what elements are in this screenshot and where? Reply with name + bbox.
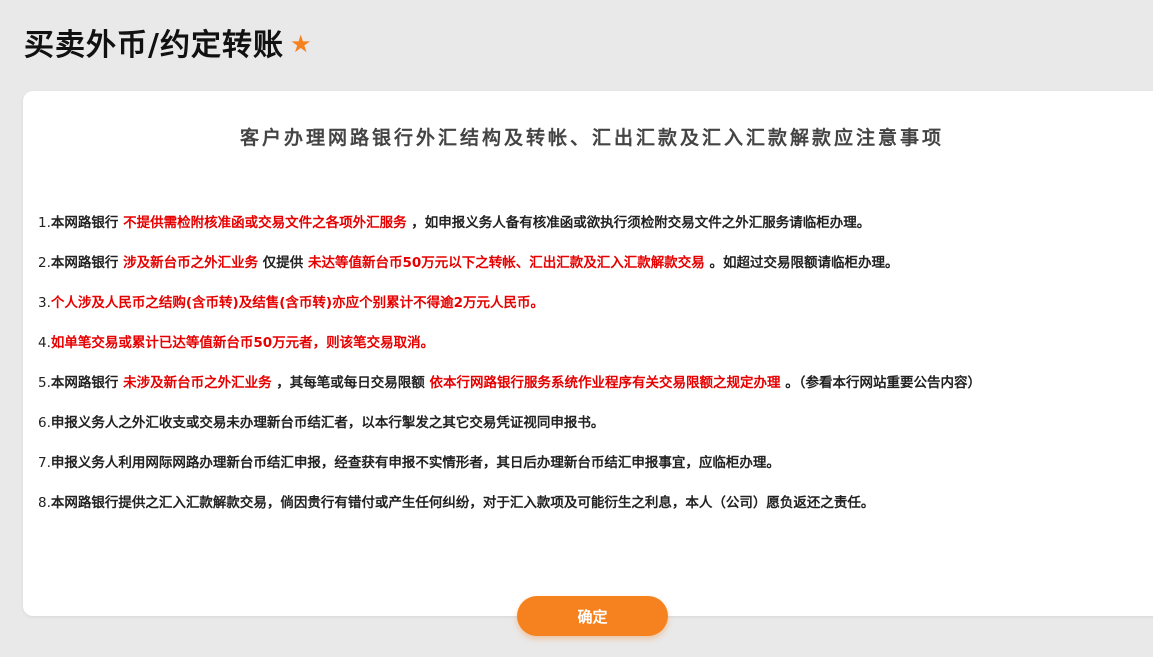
notice-text: 。如超过交易限额请临柜办理。	[704, 255, 899, 271]
notice-text: 申报义务人利用网际网路办理新台币结汇申报，经查获有申报不实情形者，其日后办理新台…	[50, 455, 780, 471]
notice-highlight: 未涉及新台币之外汇业务	[123, 375, 272, 391]
notice-highlight: 个人涉及人民币之结购(含币转)及结售(含币转)亦应个别累计不得逾2万元人民币。	[50, 295, 544, 311]
notice-text: 仅提供	[258, 255, 308, 271]
notice-item-7: 7.申报义务人利用网际网路办理新台币结汇申报，经查获有申报不实情形者，其日后办理…	[38, 449, 1138, 489]
notice-text: 申报义务人之外汇收支或交易未办理新台币结汇者，以本行掣发之其它交易凭证视同申报书…	[50, 415, 605, 431]
notice-item-number: 3.	[38, 295, 51, 311]
notice-text: 。（参看本行网站重要公告内容）	[780, 375, 981, 391]
page-title: 买卖外币/约定转账	[24, 28, 284, 63]
notice-item-6: 6.申报义务人之外汇收支或交易未办理新台币结汇者，以本行掣发之其它交易凭证视同申…	[38, 409, 1138, 449]
notice-highlight: 涉及新台币之外汇业务	[123, 255, 259, 271]
notice-item-3: 3.个人涉及人民币之结购(含币转)及结售(含币转)亦应个别累计不得逾2万元人民币…	[38, 289, 1138, 329]
notice-text: ，其每笔或每日交易限额	[271, 375, 430, 391]
notice-item-number: 8.	[38, 495, 51, 511]
notice-item-number: 6.	[38, 415, 51, 431]
notice-list: 1.本网路银行 不提供需检附核准函或交易文件之各项外汇服务 ，如申报义务人备有核…	[38, 209, 1138, 529]
notice-item-number: 1.	[38, 215, 51, 231]
notice-item-5: 5.本网路银行 未涉及新台币之外汇业务 ，其每笔或每日交易限额 依本行网路银行服…	[38, 369, 1138, 409]
confirm-button[interactable]: 确定	[517, 596, 668, 636]
notice-card: 客户办理网路银行外汇结构及转帐、汇出汇款及汇入汇款解款应注意事项 1.本网路银行…	[23, 91, 1153, 616]
star-icon[interactable]: ★	[290, 32, 312, 56]
notice-item-2: 2.本网路银行 涉及新台币之外汇业务 仅提供 未达等值新台币50万元以下之转帐、…	[38, 249, 1138, 289]
notice-text: 本网路银行提供之汇入汇款解款交易，倘因贵行有错付或产生任何纠纷，对于汇入款项及可…	[50, 495, 875, 511]
notice-item-number: 5.	[38, 375, 51, 391]
notice-text: 本网路银行	[50, 255, 124, 271]
notice-item-number: 7.	[38, 455, 51, 471]
notice-item-8: 8.本网路银行提供之汇入汇款解款交易，倘因贵行有错付或产生任何纠纷，对于汇入款项…	[38, 489, 1138, 529]
notice-text: 本网路银行	[50, 215, 124, 231]
notice-highlight: 未达等值新台币50万元以下之转帐、汇出汇款及汇入汇款解款交易	[308, 255, 705, 271]
notice-text: ，如申报义务人备有核准函或欲执行须检附交易文件之外汇服务请临柜办理。	[406, 215, 871, 231]
notice-text: 本网路银行	[50, 375, 124, 391]
notice-item-number: 4.	[38, 335, 51, 351]
notice-item-4: 4.如单笔交易或累计已达等值新台币50万元者，则该笔交易取消。	[38, 329, 1138, 369]
notice-highlight: 如单笔交易或累计已达等值新台币50万元者，则该笔交易取消。	[50, 335, 435, 351]
notice-highlight: 依本行网路银行服务系统作业程序有关交易限额之规定办理	[429, 375, 781, 391]
page-header: 买卖外币/约定转账 ★	[24, 20, 311, 64]
notice-item-1: 1.本网路银行 不提供需检附核准函或交易文件之各项外汇服务 ，如申报义务人备有核…	[38, 209, 1138, 249]
notice-title: 客户办理网路银行外汇结构及转帐、汇出汇款及汇入汇款解款应注意事项	[239, 127, 944, 149]
notice-item-number: 2.	[38, 255, 51, 271]
notice-highlight: 不提供需检附核准函或交易文件之各项外汇服务	[123, 215, 407, 231]
